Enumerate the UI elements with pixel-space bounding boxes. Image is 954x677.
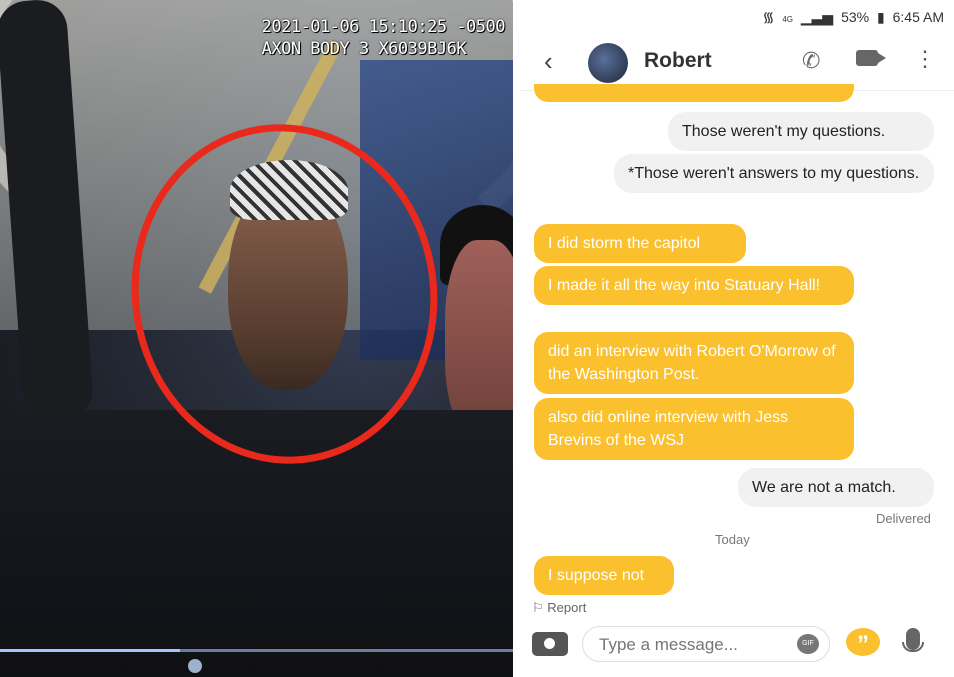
message-input[interactable] — [597, 634, 791, 656]
phone-icon[interactable]: ✆ — [802, 48, 820, 74]
microphone-icon[interactable] — [902, 628, 924, 652]
report-link[interactable]: ⚐ Report — [532, 600, 586, 616]
contact-name[interactable]: Robert — [644, 49, 712, 73]
more-vert-icon[interactable]: ⋮ — [914, 46, 936, 72]
message-bubble-sent: Those weren't my questions. — [668, 112, 934, 151]
chat-header: ‹ Robert ✆ ⋮ — [520, 36, 954, 91]
wifi-icon: ᯾ — [762, 9, 775, 25]
clock: 6:45 AM — [892, 9, 944, 25]
message-bubble-received: I made it all the way into Statuary Hall… — [534, 266, 854, 305]
bodycam-photo: 2021-01-06 15:10:25 -0500 AXON BODY 3 X6… — [0, 0, 513, 677]
back-arrow-icon[interactable]: ‹ — [544, 46, 553, 77]
chat-screen: ᯾ 4G ▁▃▅ 53% ▮ 6:45 AM ‹ Robert ✆ ⋮ Thos… — [520, 0, 954, 677]
signal-icon: ▁▃▅ — [800, 9, 834, 25]
gif-button[interactable]: GIF — [797, 634, 819, 654]
video-progress-fill — [0, 649, 180, 652]
bodycam-stamp: 2021-01-06 15:10:25 -0500 AXON BODY 3 X6… — [261, 16, 506, 60]
network-label: 4G — [782, 15, 793, 24]
camera-id: AXON BODY 3 X6039BJ6K — [261, 39, 467, 59]
battery-percent: 53% — [841, 9, 870, 25]
camera-icon[interactable] — [532, 632, 568, 656]
quick-reply-icon[interactable]: ” — [846, 628, 880, 658]
message-bubble-sent: *Those weren't answers to my questions. — [614, 154, 934, 193]
status-bar: ᯾ 4G ▁▃▅ 53% ▮ 6:45 AM — [520, 8, 944, 30]
previous-message-fragment — [534, 84, 854, 102]
avatar[interactable] — [588, 43, 628, 83]
timestamp: 2021-01-06 15:10:25 -0500 — [261, 17, 506, 37]
battery-icon: ▮ — [877, 9, 885, 25]
message-bubble-sent: We are not a match. — [738, 468, 934, 507]
message-bubble-received: I suppose not — [534, 556, 674, 595]
flag-icon: ⚐ — [532, 600, 544, 615]
video-scrubber[interactable] — [188, 659, 202, 673]
message-bubble-received: did an interview with Robert O'Morrow of… — [534, 332, 854, 394]
day-divider: Today — [715, 532, 750, 547]
message-bubble-received: also did online interview with Jess Brev… — [534, 398, 854, 460]
video-call-icon[interactable] — [856, 50, 886, 66]
message-field[interactable]: GIF — [582, 626, 830, 662]
report-label: Report — [547, 600, 587, 615]
message-composer: GIF ” — [520, 620, 954, 670]
delivered-status: Delivered — [876, 511, 931, 526]
message-bubble-received: I did storm the capitol — [534, 224, 746, 263]
